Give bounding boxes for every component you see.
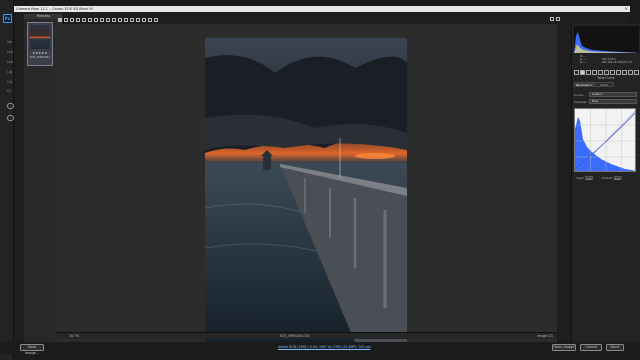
left-strip-label[interactable]: Ne xyxy=(7,40,12,44)
cancel-button[interactable]: Cancel xyxy=(580,344,602,351)
zoom-level[interactable]: 16.7% xyxy=(69,333,79,340)
output-group: Output: 128 xyxy=(602,176,622,181)
trash-icon[interactable] xyxy=(154,18,158,22)
left-strip-label[interactable]: Dr xyxy=(7,89,11,93)
hsl-panel-icon[interactable] xyxy=(592,70,597,75)
radial-filter-icon[interactable] xyxy=(130,18,134,22)
hand-tool-icon[interactable] xyxy=(64,18,68,22)
presets-icon[interactable] xyxy=(622,70,627,75)
input-group: Input: 128 xyxy=(576,176,594,181)
tone-curve-graph[interactable] xyxy=(574,108,636,172)
curve-tabs: Parametric Point xyxy=(574,82,614,87)
channel-select[interactable]: Blue xyxy=(589,99,637,104)
input-field[interactable]: 128 xyxy=(585,176,594,181)
status-bar: 16.7% EOS_5P65200.CR2 Image 1/1 xyxy=(55,332,557,339)
readout-iso: ISO 100 16-35@35 mm xyxy=(602,61,633,64)
bottom-bar: Save Image... Adobe RGB (1998); 8 bit; 3… xyxy=(0,342,640,355)
tab-point[interactable]: Point xyxy=(594,82,614,87)
panel-icon-row xyxy=(574,70,639,75)
graduated-filter-icon[interactable] xyxy=(124,18,128,22)
calibration-icon[interactable] xyxy=(616,70,621,75)
split-toning-icon[interactable] xyxy=(598,70,603,75)
panel-menu-icon[interactable] xyxy=(634,70,639,75)
left-strip-label[interactable]: Lea xyxy=(7,50,13,54)
left-strip-label[interactable]: Lig xyxy=(7,70,12,74)
effects-panel-icon[interactable] xyxy=(610,70,615,75)
pier-sunset-photo xyxy=(205,38,407,342)
camera-raw-dialog: Filmstrip ★★★★★ EOS_5P65200.CR2 xyxy=(14,12,640,354)
page-indicator: Image 1/1 xyxy=(536,334,553,338)
tab-parametric[interactable]: Parametric xyxy=(574,82,594,87)
crop-tool-icon[interactable] xyxy=(88,18,92,22)
red-eye-icon[interactable] xyxy=(112,18,116,22)
output-label: Output: xyxy=(602,176,613,180)
dialog-title: Camera Raw 11.1 – Canon EOS 5D Mark IV xyxy=(16,7,93,11)
done-button[interactable]: Done xyxy=(606,344,624,351)
detail-panel-icon[interactable] xyxy=(586,70,591,75)
status-filename: EOS_5P65200.CR2 xyxy=(280,334,310,338)
circle-button[interactable] xyxy=(7,103,14,109)
zoom-tool-icon[interactable] xyxy=(58,18,62,22)
right-panel: R: --- G: --- B: --- f/10 1/25 s ISO 100… xyxy=(571,24,640,354)
channel-label: Channel: xyxy=(574,100,588,104)
photo-preview xyxy=(205,38,407,342)
rotate-right-icon[interactable] xyxy=(148,18,152,22)
adjustment-brush-icon[interactable] xyxy=(118,18,122,22)
snapshots-icon[interactable] xyxy=(628,70,633,75)
filmstrip-thumbnail[interactable]: ★★★★★ EOS_5P65200.CR2 xyxy=(27,22,53,66)
color-sampler-icon[interactable] xyxy=(76,18,80,22)
lens-corrections-icon[interactable] xyxy=(604,70,609,75)
save-image-button[interactable]: Save Image... xyxy=(20,344,44,355)
circle-button[interactable] xyxy=(7,115,14,121)
transform-tool-icon[interactable] xyxy=(100,18,104,22)
rotate-left-icon[interactable] xyxy=(142,18,146,22)
histogram xyxy=(574,26,639,53)
tone-curve-panel-icon[interactable] xyxy=(580,70,585,75)
preview-toggle-icon[interactable] xyxy=(550,17,554,21)
straighten-tool-icon[interactable] xyxy=(94,18,98,22)
input-label: Input: xyxy=(576,176,585,180)
left-strip-label[interactable]: Cle xyxy=(7,80,13,84)
thumbnail-image xyxy=(30,25,50,49)
readout-b: B: --- xyxy=(580,61,587,64)
preferences-icon[interactable] xyxy=(136,18,140,22)
histogram-graph xyxy=(574,32,639,53)
curve-select[interactable]: Custom xyxy=(589,92,637,97)
photoshop-logo: Ps xyxy=(3,14,12,23)
toolbar-right xyxy=(550,17,560,21)
fullscreen-icon[interactable] xyxy=(556,17,560,21)
white-balance-tool-icon[interactable] xyxy=(70,18,74,22)
curve-plot xyxy=(575,109,635,171)
output-field[interactable]: 128 xyxy=(613,176,622,181)
thumbnail-filename: EOS_5P65200.CR2 xyxy=(30,56,50,59)
basic-panel-icon[interactable] xyxy=(574,70,579,75)
photoshop-left-strip: Ps Ne Lea Lea Lig Cle Dr xyxy=(0,0,14,360)
left-strip-label[interactable]: Lea xyxy=(7,60,13,64)
workflow-options-link[interactable]: Adobe RGB (1998); 8 bit; 3967 by 5760 (2… xyxy=(278,345,371,349)
curve-label: Curve: xyxy=(574,93,584,97)
targeted-adjustment-icon[interactable] xyxy=(82,18,86,22)
tool-bar xyxy=(58,16,188,24)
spot-removal-icon[interactable] xyxy=(106,18,110,22)
panel-title: Tone Curve xyxy=(597,76,615,80)
open-image-button[interactable]: Open Image xyxy=(552,344,576,351)
rating-stars[interactable]: ★★★★★ xyxy=(30,51,50,55)
image-canvas[interactable] xyxy=(55,24,557,346)
